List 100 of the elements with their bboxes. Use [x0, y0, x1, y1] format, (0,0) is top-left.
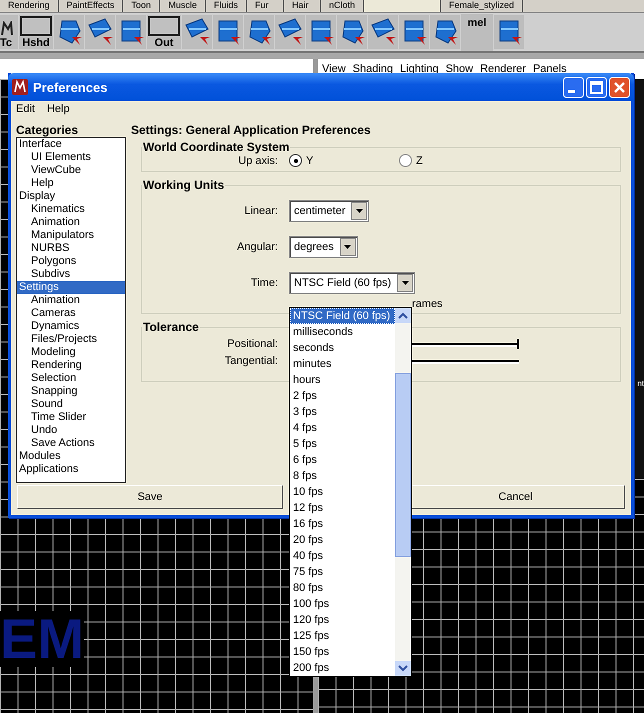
list-option[interactable]: NTSC Field (60 fps)	[290, 308, 395, 324]
category-item[interactable]: Files/Projects	[17, 333, 125, 346]
tool-icon[interactable]	[275, 15, 305, 49]
category-item[interactable]: Animation	[17, 216, 125, 229]
category-item[interactable]: NURBS	[17, 242, 125, 255]
category-item[interactable]: Time Slider	[17, 411, 125, 424]
radio-label: Y	[306, 154, 314, 166]
category-item[interactable]: Save Actions	[17, 437, 125, 450]
dropdown[interactable]: degrees	[289, 236, 358, 258]
shelf-tab[interactable]: Muscle	[160, 0, 206, 12]
shelf-tab[interactable]: Female_stylized	[440, 0, 523, 12]
category-item[interactable]: ViewCube	[17, 164, 125, 177]
tool-icon[interactable]	[116, 15, 146, 49]
tool-icon[interactable]	[399, 15, 429, 49]
category-item[interactable]: Animation	[17, 294, 125, 307]
list-option[interactable]: 3 fps	[290, 404, 395, 420]
scroll-down-icon[interactable]	[395, 661, 411, 676]
minimize-icon[interactable]	[563, 76, 584, 98]
category-item[interactable]: Sound	[17, 398, 125, 411]
list-option[interactable]: 150 fps	[290, 644, 395, 660]
list-option[interactable]: 40 fps	[290, 548, 395, 564]
tool-icon[interactable]	[430, 15, 460, 49]
category-item[interactable]: Rendering	[17, 359, 125, 372]
scroll-up-icon[interactable]	[395, 308, 411, 323]
category-item[interactable]: Cameras	[17, 307, 125, 320]
menu-item[interactable]: View	[322, 63, 346, 75]
list-option[interactable]: 120 fps	[290, 612, 395, 628]
category-item[interactable]: Modeling	[17, 346, 125, 359]
list-option[interactable]: seconds	[290, 340, 395, 356]
tool-icon[interactable]	[54, 15, 84, 49]
category-item[interactable]: Modules	[17, 450, 125, 463]
shelf-tab[interactable]: Rendering	[0, 0, 59, 12]
menu-item[interactable]: Shading	[352, 63, 394, 75]
tool-icon[interactable]	[306, 15, 336, 49]
field-label: Up axis:	[237, 154, 279, 166]
menu-item[interactable]: Panels	[532, 63, 567, 75]
list-option[interactable]: 5 fps	[290, 436, 395, 452]
tool-icon[interactable]	[85, 15, 115, 49]
list-option[interactable]: 6 fps	[290, 452, 395, 468]
menu-item[interactable]: Renderer	[480, 63, 526, 75]
category-item[interactable]: Snapping	[17, 385, 125, 398]
maximize-icon[interactable]	[586, 76, 607, 98]
checkbox-label: rames	[412, 298, 443, 310]
group-title: Working Units	[142, 178, 226, 192]
tool-icon[interactable]	[244, 15, 274, 49]
list-option[interactable]: 16 fps	[290, 516, 395, 532]
list-option[interactable]: 10 fps	[290, 484, 395, 500]
shelf-tab[interactable]: PaintEffects	[58, 0, 124, 12]
list-option[interactable]: 75 fps	[290, 564, 395, 580]
dropdown[interactable]: NTSC Field (60 fps)	[289, 272, 416, 294]
list-option[interactable]: hours	[290, 372, 395, 388]
list-option[interactable]: 80 fps	[290, 580, 395, 596]
radio-button[interactable]	[399, 154, 412, 167]
tool-icon[interactable]	[337, 15, 367, 49]
list-option[interactable]: milliseconds	[290, 324, 395, 340]
tool-icon[interactable]	[368, 15, 398, 49]
category-item[interactable]: Help	[17, 177, 125, 190]
category-item[interactable]: Undo	[17, 424, 125, 437]
dropdown[interactable]: centimeter	[289, 200, 370, 222]
menu-item[interactable]: Help	[46, 103, 70, 115]
category-item[interactable]: Subdivs	[17, 268, 125, 281]
category-item[interactable]: Applications	[17, 463, 125, 476]
list-option[interactable]: 12 fps	[290, 500, 395, 516]
close-icon[interactable]	[609, 76, 630, 98]
list-option[interactable]: minutes	[290, 356, 395, 372]
tool-icon[interactable]	[494, 15, 524, 49]
shelf-tab[interactable]: Toon	[123, 0, 160, 12]
shelf-tab[interactable]: Fur	[246, 0, 284, 12]
category-item[interactable]: Display	[17, 190, 125, 203]
radio-button[interactable]	[289, 154, 302, 167]
menu-item[interactable]: Show	[446, 63, 474, 75]
shelf-tab[interactable]: Fluids	[206, 0, 247, 12]
list-option[interactable]: 4 fps	[290, 420, 395, 436]
menu-item[interactable]: Edit	[16, 103, 35, 115]
list-option[interactable]: 125 fps	[290, 628, 395, 644]
scrollbar[interactable]	[395, 308, 411, 676]
category-item[interactable]: Selection	[17, 372, 125, 385]
save-button[interactable]: Save	[17, 485, 283, 509]
category-item[interactable]: UI Elements	[17, 151, 125, 164]
list-option[interactable]: 100 fps	[290, 596, 395, 612]
shelf-button[interactable]: Tc	[0, 15, 18, 49]
category-item[interactable]: Polygons	[17, 255, 125, 268]
list-option[interactable]: 20 fps	[290, 532, 395, 548]
shelf-tab[interactable]: Hair	[284, 0, 321, 12]
shelf-button[interactable]: mel	[461, 14, 493, 50]
list-option[interactable]: 2 fps	[290, 388, 395, 404]
tool-icon[interactable]	[213, 15, 243, 49]
category-item[interactable]: Manipulators	[17, 229, 125, 242]
shelf-button[interactable]: Out	[147, 15, 181, 49]
tool-icon[interactable]	[182, 15, 212, 49]
shelf-button[interactable]: Hshd	[19, 15, 53, 49]
category-item[interactable]: Interface	[17, 138, 125, 151]
field-label: Angular:	[236, 241, 279, 253]
list-option[interactable]: 200 fps	[290, 660, 395, 676]
list-option[interactable]: 8 fps	[290, 468, 395, 484]
panel-text: nt	[637, 379, 644, 388]
app-icon	[12, 79, 28, 95]
category-item[interactable]: Settings	[17, 281, 125, 294]
category-item[interactable]: Dynamics	[17, 320, 125, 333]
category-item[interactable]: Kinematics	[17, 203, 125, 216]
